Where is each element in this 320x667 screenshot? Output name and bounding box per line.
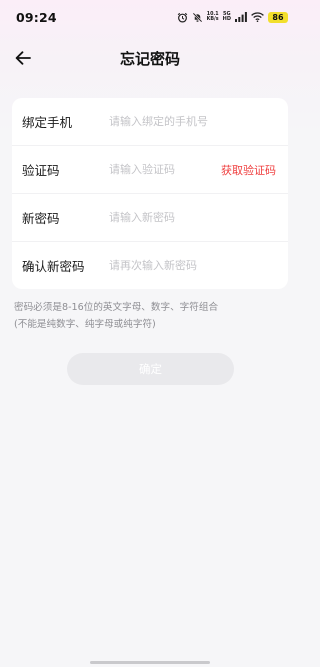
confirm-password-input[interactable] xyxy=(109,259,279,272)
battery-indicator: 86 xyxy=(268,11,288,23)
new-password-label: 新密码 xyxy=(22,211,60,226)
code-label: 验证码 xyxy=(22,163,60,178)
form-card: 绑定手机 验证码 获取验证码 新密码 确认新密码 xyxy=(12,98,288,289)
password-hint: 密码必须是8-16位的英文字母、数字、字符组合 (不能是纯数字、纯字母或纯字符) xyxy=(14,299,289,333)
phone-input[interactable] xyxy=(109,115,279,128)
confirm-password-label: 确认新密码 xyxy=(22,259,85,274)
network-indicator: 5G HD xyxy=(223,12,231,22)
phone-row: 绑定手机 xyxy=(12,98,288,146)
confirm-password-row: 确认新密码 xyxy=(12,242,288,289)
phone-label: 绑定手机 xyxy=(22,115,73,130)
status-time: 09:24 xyxy=(16,10,57,25)
password-hint-line-2: (不能是纯数字、纯字母或纯字符) xyxy=(14,319,156,330)
home-indicator[interactable] xyxy=(90,661,210,664)
page-title: 忘记密码 xyxy=(119,50,180,68)
status-icons: 10.1 KB/s 5G HD 86 xyxy=(177,10,288,24)
password-hint-line-1: 密码必须是8-16位的英文字母、数字、字符组合 xyxy=(14,302,219,313)
signal-icon xyxy=(235,12,247,22)
code-input[interactable] xyxy=(109,163,229,176)
get-code-button[interactable]: 获取验证码 xyxy=(221,162,276,178)
alarm-icon xyxy=(177,12,188,23)
status-bar: 09:24 10.1 KB/s 5G HD 86 xyxy=(0,0,300,34)
confirm-button[interactable]: 确定 xyxy=(67,353,234,385)
mute-bell-icon xyxy=(192,12,203,23)
header: 忘记密码 xyxy=(0,40,300,76)
wifi-icon xyxy=(251,12,264,22)
new-password-row: 新密码 xyxy=(12,194,288,242)
net-speed: 10.1 KB/s xyxy=(207,12,219,22)
network-type: HD xyxy=(222,16,231,22)
new-password-input[interactable] xyxy=(109,211,279,224)
code-row: 验证码 获取验证码 xyxy=(12,146,288,194)
net-speed-unit: KB/s xyxy=(206,17,219,22)
